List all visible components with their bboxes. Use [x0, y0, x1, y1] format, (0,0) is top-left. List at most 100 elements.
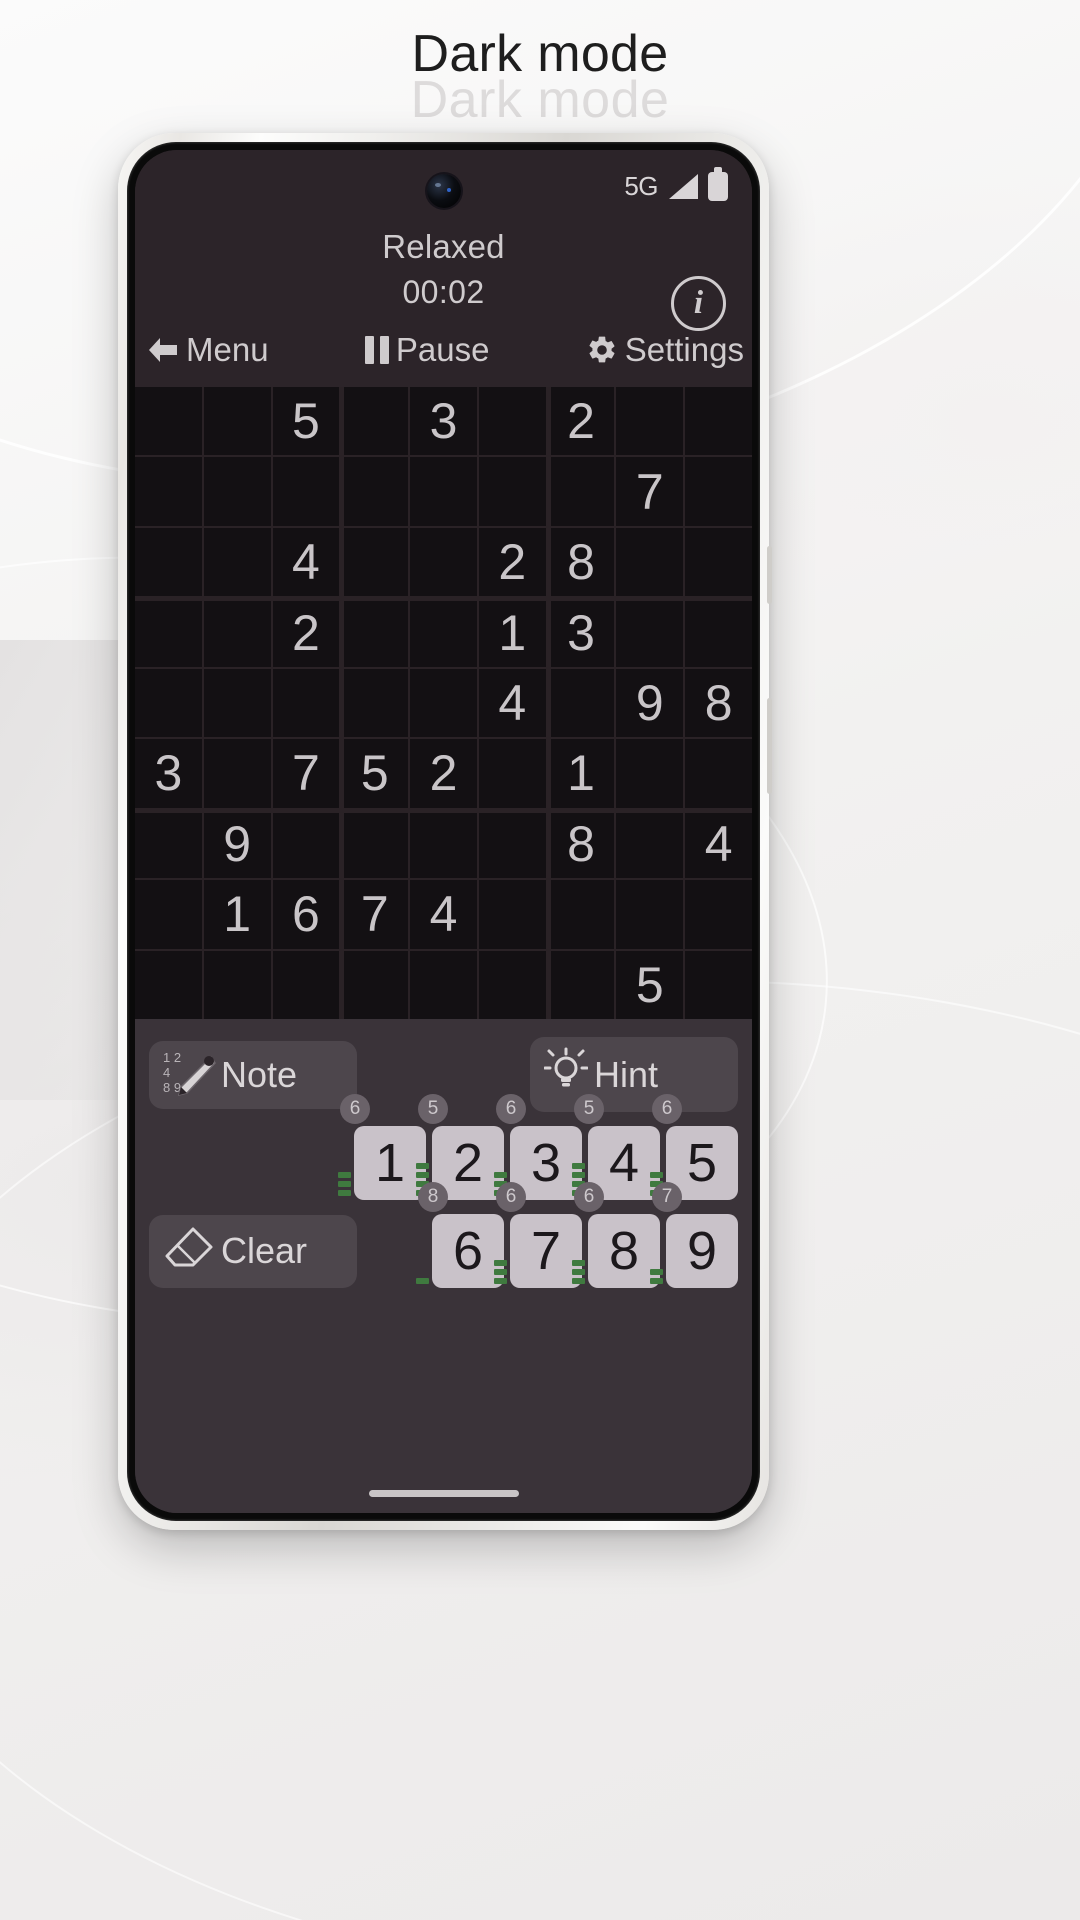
sudoku-cell[interactable] [341, 598, 409, 667]
sudoku-cell[interactable] [135, 527, 202, 597]
sudoku-cell[interactable] [685, 387, 752, 456]
sudoku-cell[interactable] [410, 527, 477, 597]
sudoku-cell[interactable] [616, 527, 684, 597]
sudoku-cell[interactable]: 4 [410, 880, 477, 949]
sudoku-cell[interactable] [410, 809, 477, 879]
power-button[interactable] [767, 546, 772, 604]
sudoku-cell[interactable] [410, 457, 477, 526]
sudoku-cell[interactable] [272, 457, 340, 526]
sudoku-cell[interactable]: 4 [478, 668, 546, 738]
sudoku-cell[interactable]: 8 [547, 809, 615, 879]
sudoku-cell[interactable] [478, 950, 546, 1019]
sudoku-cell[interactable] [341, 809, 409, 879]
number-key-face[interactable]: 9 [666, 1214, 738, 1288]
number-remaining-count: 6 [496, 1182, 526, 1212]
sudoku-cell[interactable]: 1 [478, 598, 546, 667]
sudoku-cell[interactable]: 2 [478, 527, 546, 597]
sudoku-cell[interactable] [478, 457, 546, 526]
sudoku-cell[interactable] [135, 387, 202, 456]
sudoku-cell[interactable] [616, 598, 684, 667]
signal-bars-icon [669, 173, 698, 199]
sudoku-cell[interactable]: 7 [341, 880, 409, 949]
volume-button[interactable] [767, 698, 772, 794]
sudoku-cell[interactable] [410, 950, 477, 1019]
sudoku-cell[interactable] [341, 387, 409, 456]
sudoku-cell[interactable]: 9 [203, 809, 271, 879]
sudoku-cell[interactable] [616, 880, 684, 949]
sudoku-cell[interactable] [685, 598, 752, 667]
number-key-9[interactable]: 79 [650, 1182, 738, 1288]
sudoku-cell[interactable] [616, 387, 684, 456]
sudoku-cell[interactable]: 1 [203, 880, 271, 949]
sudoku-cell[interactable]: 5 [272, 387, 340, 456]
info-circle-icon[interactable]: i [671, 276, 726, 331]
sudoku-cell[interactable]: 9 [616, 668, 684, 738]
sudoku-cell[interactable] [341, 668, 409, 738]
sudoku-cell[interactable]: 8 [685, 668, 752, 738]
sudoku-cell[interactable] [547, 457, 615, 526]
sudoku-cell[interactable] [616, 809, 684, 879]
sudoku-cell[interactable] [135, 668, 202, 738]
sudoku-cell[interactable] [478, 809, 546, 879]
sudoku-cell[interactable] [135, 809, 202, 879]
sudoku-cell[interactable] [135, 457, 202, 526]
sudoku-board[interactable]: 53274282134983752198416745 [135, 387, 752, 1019]
sudoku-cell[interactable]: 3 [547, 598, 615, 667]
sudoku-cell[interactable] [135, 880, 202, 949]
sudoku-cell[interactable] [547, 950, 615, 1019]
sudoku-cell[interactable] [410, 668, 477, 738]
sudoku-cell[interactable] [272, 668, 340, 738]
sudoku-cell[interactable] [203, 527, 271, 597]
hint-button[interactable]: Hint [530, 1037, 738, 1112]
sudoku-cell[interactable]: 4 [272, 527, 340, 597]
sudoku-cell[interactable]: 7 [616, 457, 684, 526]
sudoku-cell[interactable] [341, 457, 409, 526]
sudoku-cell[interactable] [410, 598, 477, 667]
pause-button[interactable]: Pause [364, 331, 489, 369]
home-indicator[interactable] [368, 1490, 519, 1497]
sudoku-cell[interactable] [685, 527, 752, 597]
network-type-label: 5G [624, 170, 658, 201]
headline-area: Dark mode Dark mode [0, 24, 1080, 129]
note-button[interactable]: 1 2 4 8 9 Note [149, 1040, 357, 1109]
sudoku-cell[interactable] [203, 668, 271, 738]
sudoku-cell[interactable]: 3 [135, 739, 202, 808]
sudoku-cell[interactable] [341, 950, 409, 1019]
sudoku-cell[interactable] [272, 809, 340, 879]
sudoku-cell[interactable] [341, 527, 409, 597]
sudoku-cell[interactable] [203, 457, 271, 526]
sudoku-cell[interactable]: 6 [272, 880, 340, 949]
sudoku-cell[interactable] [478, 739, 546, 808]
sudoku-cell[interactable] [203, 598, 271, 667]
menu-label: Menu [186, 331, 269, 368]
sudoku-cell[interactable]: 4 [685, 809, 752, 879]
sudoku-cell[interactable]: 7 [272, 739, 340, 808]
sudoku-cell[interactable]: 3 [410, 387, 477, 456]
sudoku-cell[interactable] [135, 950, 202, 1019]
sudoku-cell[interactable] [478, 880, 546, 949]
sudoku-cell[interactable] [685, 739, 752, 808]
sudoku-cell[interactable]: 2 [272, 598, 340, 667]
sudoku-cell[interactable] [685, 457, 752, 526]
sudoku-cell[interactable] [135, 598, 202, 667]
sudoku-cell[interactable] [547, 880, 615, 949]
sudoku-cell[interactable] [478, 387, 546, 456]
clear-button[interactable]: Clear [149, 1214, 357, 1288]
sudoku-cell[interactable] [203, 950, 271, 1019]
sudoku-cell[interactable] [203, 739, 271, 808]
sudoku-cell[interactable]: 2 [547, 387, 615, 456]
sudoku-cell[interactable]: 5 [616, 950, 684, 1019]
sudoku-cell[interactable] [685, 950, 752, 1019]
sudoku-cell[interactable] [685, 880, 752, 949]
sudoku-cell[interactable] [547, 668, 615, 738]
sudoku-cell[interactable]: 1 [547, 739, 615, 808]
sudoku-cell[interactable] [203, 387, 271, 456]
sudoku-cell[interactable]: 2 [410, 739, 477, 808]
settings-button[interactable]: Settings [586, 331, 744, 369]
sudoku-cell[interactable]: 8 [547, 527, 615, 597]
menu-button[interactable]: Menu [145, 331, 269, 369]
sudoku-cell[interactable] [272, 950, 340, 1019]
battery-full-icon [708, 166, 728, 201]
sudoku-cell[interactable]: 5 [341, 739, 409, 808]
sudoku-cell[interactable] [616, 739, 684, 808]
